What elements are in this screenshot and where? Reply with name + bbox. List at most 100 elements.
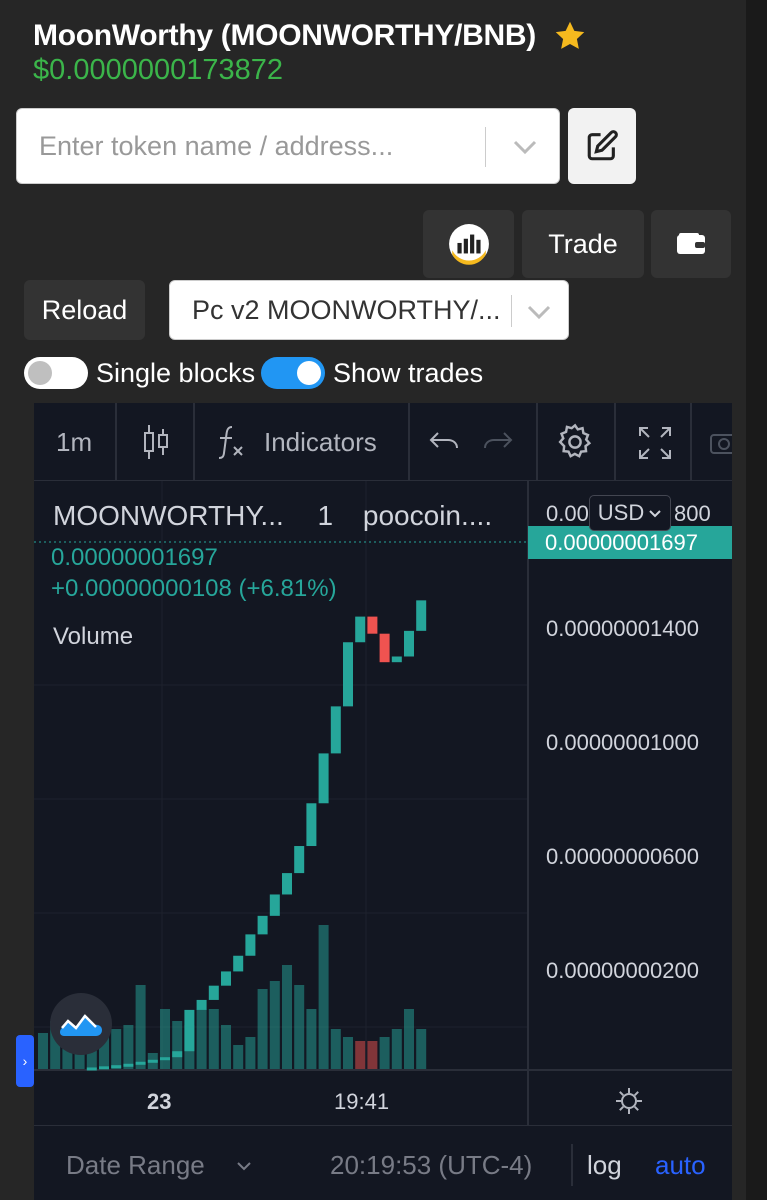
legend-last-price: 0.00000001697 bbox=[51, 544, 218, 571]
edit-icon bbox=[587, 130, 618, 161]
token-price: $0.0000000173872 bbox=[33, 54, 283, 86]
volume-bar bbox=[208, 1009, 219, 1069]
page-scrollbar[interactable] bbox=[746, 0, 767, 1200]
legend-source: poocoin.... bbox=[362, 500, 493, 531]
volume-bar bbox=[282, 965, 292, 1069]
volume-bar bbox=[379, 1037, 390, 1069]
price-axis-top-left: 0.00 bbox=[546, 501, 589, 526]
date-range-button[interactable]: Date Range bbox=[66, 1150, 205, 1181]
token-search[interactable] bbox=[16, 108, 560, 184]
candle bbox=[330, 706, 341, 754]
reload-button[interactable]: Reload bbox=[24, 280, 145, 340]
candle bbox=[318, 753, 329, 804]
pair-select-value: Pc v2 MOONWORTHY/... bbox=[192, 295, 501, 325]
token-title: MoonWorthy (MOONWORTHY/BNB) bbox=[33, 19, 536, 52]
candle bbox=[343, 642, 353, 707]
volume-bar bbox=[391, 1029, 402, 1069]
volume-bar bbox=[269, 981, 280, 1069]
price-tick: 0.00000000200 bbox=[546, 958, 699, 983]
candle bbox=[245, 934, 256, 956]
volume-bar bbox=[355, 1041, 366, 1069]
currency-button[interactable]: USD bbox=[589, 495, 671, 531]
candle bbox=[221, 971, 231, 986]
time-tick: 19:41 bbox=[334, 1089, 390, 1114]
candle bbox=[355, 616, 366, 643]
side-panel-toggle[interactable]: › bbox=[16, 1035, 34, 1087]
brightness-icon[interactable] bbox=[614, 1086, 644, 1116]
price-tick: 0.00000001400 bbox=[546, 616, 699, 641]
show-trades-label: Show trades bbox=[333, 358, 484, 388]
volume-bar bbox=[172, 1021, 183, 1069]
edit-button[interactable] bbox=[568, 108, 636, 184]
chart-legend: MOONWORTHY... 1 poocoin.... bbox=[53, 500, 492, 532]
legend-interval: 1 bbox=[317, 500, 334, 531]
volume-bar bbox=[196, 1009, 207, 1069]
volume-bar bbox=[416, 1029, 427, 1069]
chevron-down-icon[interactable] bbox=[526, 302, 552, 322]
chevron-down-icon[interactable] bbox=[236, 1161, 252, 1171]
pair-select-divider bbox=[511, 295, 512, 327]
toggle-knob bbox=[28, 361, 52, 385]
candle bbox=[160, 1057, 170, 1061]
wallet-icon bbox=[677, 233, 705, 254]
candle bbox=[86, 1067, 97, 1071]
pair-select[interactable]: Pc v2 MOONWORTHY/... bbox=[169, 280, 569, 340]
volume-bar bbox=[404, 1009, 414, 1069]
candle bbox=[367, 616, 378, 634]
chart-bottom-bar: Date Range 20:19:53 (UTC-4) log auto bbox=[34, 1125, 732, 1200]
volume-bar bbox=[221, 1025, 231, 1069]
candle bbox=[391, 656, 402, 663]
price-tick: 0.00000001000 bbox=[546, 730, 699, 755]
search-input[interactable] bbox=[39, 109, 479, 183]
single-blocks-label: Single blocks bbox=[96, 358, 256, 388]
volume-bar bbox=[367, 1041, 378, 1069]
currency-label: USD bbox=[597, 500, 645, 525]
chevron-down-icon bbox=[649, 510, 661, 518]
bottom-divider bbox=[571, 1144, 573, 1186]
legend-change: +0.00000000108 (+6.81%) bbox=[51, 575, 337, 602]
wallet-button[interactable] bbox=[651, 210, 731, 278]
candle bbox=[135, 1061, 146, 1065]
candle bbox=[184, 1009, 195, 1052]
candle bbox=[233, 955, 244, 972]
single-blocks-toggle[interactable] bbox=[24, 357, 88, 389]
volume-bar bbox=[233, 1045, 244, 1069]
volume-bar bbox=[257, 989, 268, 1069]
candle bbox=[416, 600, 427, 631]
volume-bar bbox=[245, 1037, 256, 1069]
candle bbox=[208, 985, 219, 1000]
candle bbox=[257, 915, 268, 935]
tradingview-logo[interactable] bbox=[50, 993, 112, 1055]
log-scale-toggle[interactable]: log bbox=[587, 1150, 622, 1181]
trade-button[interactable]: Trade bbox=[522, 210, 644, 278]
volume-bar bbox=[135, 985, 146, 1069]
volume-bar bbox=[111, 1029, 122, 1069]
legend-volume: Volume bbox=[53, 623, 134, 650]
candle bbox=[379, 633, 390, 663]
legend-symbol: MOONWORTHY... bbox=[53, 500, 284, 531]
volume-bar bbox=[306, 1009, 317, 1069]
token-header: MoonWorthy (MOONWORTHY/BNB) bbox=[33, 18, 588, 54]
candle bbox=[306, 803, 317, 847]
tradingview-logo-icon bbox=[60, 1014, 102, 1036]
tradingview-chart[interactable]: 1m Indicators MOONWORTHY... 1 poocoin...… bbox=[16, 403, 732, 1200]
candle bbox=[294, 846, 305, 874]
time-tick: 23 bbox=[147, 1089, 172, 1114]
volume-bar bbox=[38, 1033, 48, 1069]
auto-scale-toggle[interactable]: auto bbox=[655, 1150, 706, 1181]
volume-bar bbox=[318, 925, 329, 1069]
candle bbox=[196, 999, 207, 1010]
search-divider bbox=[485, 127, 486, 167]
candle bbox=[99, 1066, 109, 1070]
favorite-star-icon[interactable] bbox=[552, 18, 588, 54]
price-axis-top-right: 800 bbox=[674, 501, 711, 526]
volume-bar bbox=[294, 985, 305, 1069]
chart-logo-button[interactable] bbox=[423, 210, 514, 278]
candle bbox=[172, 1051, 183, 1058]
show-trades-toggle[interactable] bbox=[261, 357, 325, 389]
candle bbox=[282, 873, 292, 895]
chart-logo-icon bbox=[448, 224, 489, 265]
toggle-knob bbox=[297, 361, 321, 385]
chevron-down-icon[interactable] bbox=[511, 136, 539, 158]
clock-time: 20:19:53 (UTC-4) bbox=[330, 1150, 533, 1180]
